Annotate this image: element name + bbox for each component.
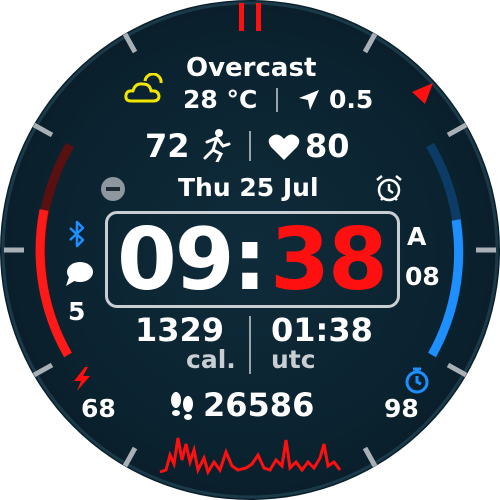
tick-mark: [446, 362, 468, 378]
battery-percent: 68: [81, 394, 116, 423]
timer-value: 98: [384, 394, 419, 423]
stopwatch-icon: [405, 367, 429, 394]
tick-mark: [32, 362, 54, 378]
time-hours: 09:: [112, 212, 270, 308]
divider: [249, 316, 251, 374]
tick-mark: [362, 446, 378, 468]
time-colon: :: [232, 210, 267, 310]
weather-condition: Overcast: [186, 53, 317, 83]
utc-time: 01:38: [271, 311, 373, 349]
utc-label: utc: [271, 345, 316, 374]
time-minutes: 38: [270, 210, 388, 310]
heart-rate-value: 80: [305, 127, 350, 165]
divider: [249, 131, 251, 161]
alarm-clock-icon: [376, 175, 402, 202]
do-not-disturb-icon: [101, 177, 125, 201]
message-icon: [66, 262, 93, 286]
footsteps-icon: [171, 392, 193, 420]
tick-mark: [122, 446, 138, 468]
seconds-pointer-icon: [412, 83, 433, 104]
intensity-value: 72: [145, 127, 190, 165]
divider: [276, 88, 278, 112]
step-count: 26586: [203, 386, 315, 424]
am-pm-indicator: A: [407, 222, 427, 251]
heart-rate-graph: [159, 437, 342, 476]
date: Thu 25 Jul: [178, 173, 319, 202]
twelve-marker: [239, 3, 244, 31]
calories-label: cal.: [186, 345, 236, 374]
wind-direction-icon: [299, 90, 319, 110]
bluetooth-icon: [69, 220, 85, 248]
notification-count: 5: [68, 297, 86, 326]
lightning-icon: [74, 367, 90, 391]
tick-mark: [446, 122, 468, 138]
tick-mark: [362, 32, 378, 54]
cloud-sun-icon: [124, 73, 163, 103]
calories-value: 1329: [135, 311, 225, 349]
hours-text: 09: [116, 210, 235, 310]
wind-speed: 0.5: [329, 85, 374, 114]
seconds-value: 08: [405, 262, 440, 291]
heart-icon: [268, 134, 300, 160]
temperature: 28 °C: [183, 85, 258, 114]
tick-mark: [32, 122, 54, 138]
running-icon: [203, 129, 231, 162]
tick-mark: [122, 32, 138, 54]
twelve-marker: [256, 3, 261, 31]
watch-face: Overcast 28 °C 0.5 72 80 Thu 25 Jul 09: …: [0, 0, 500, 500]
